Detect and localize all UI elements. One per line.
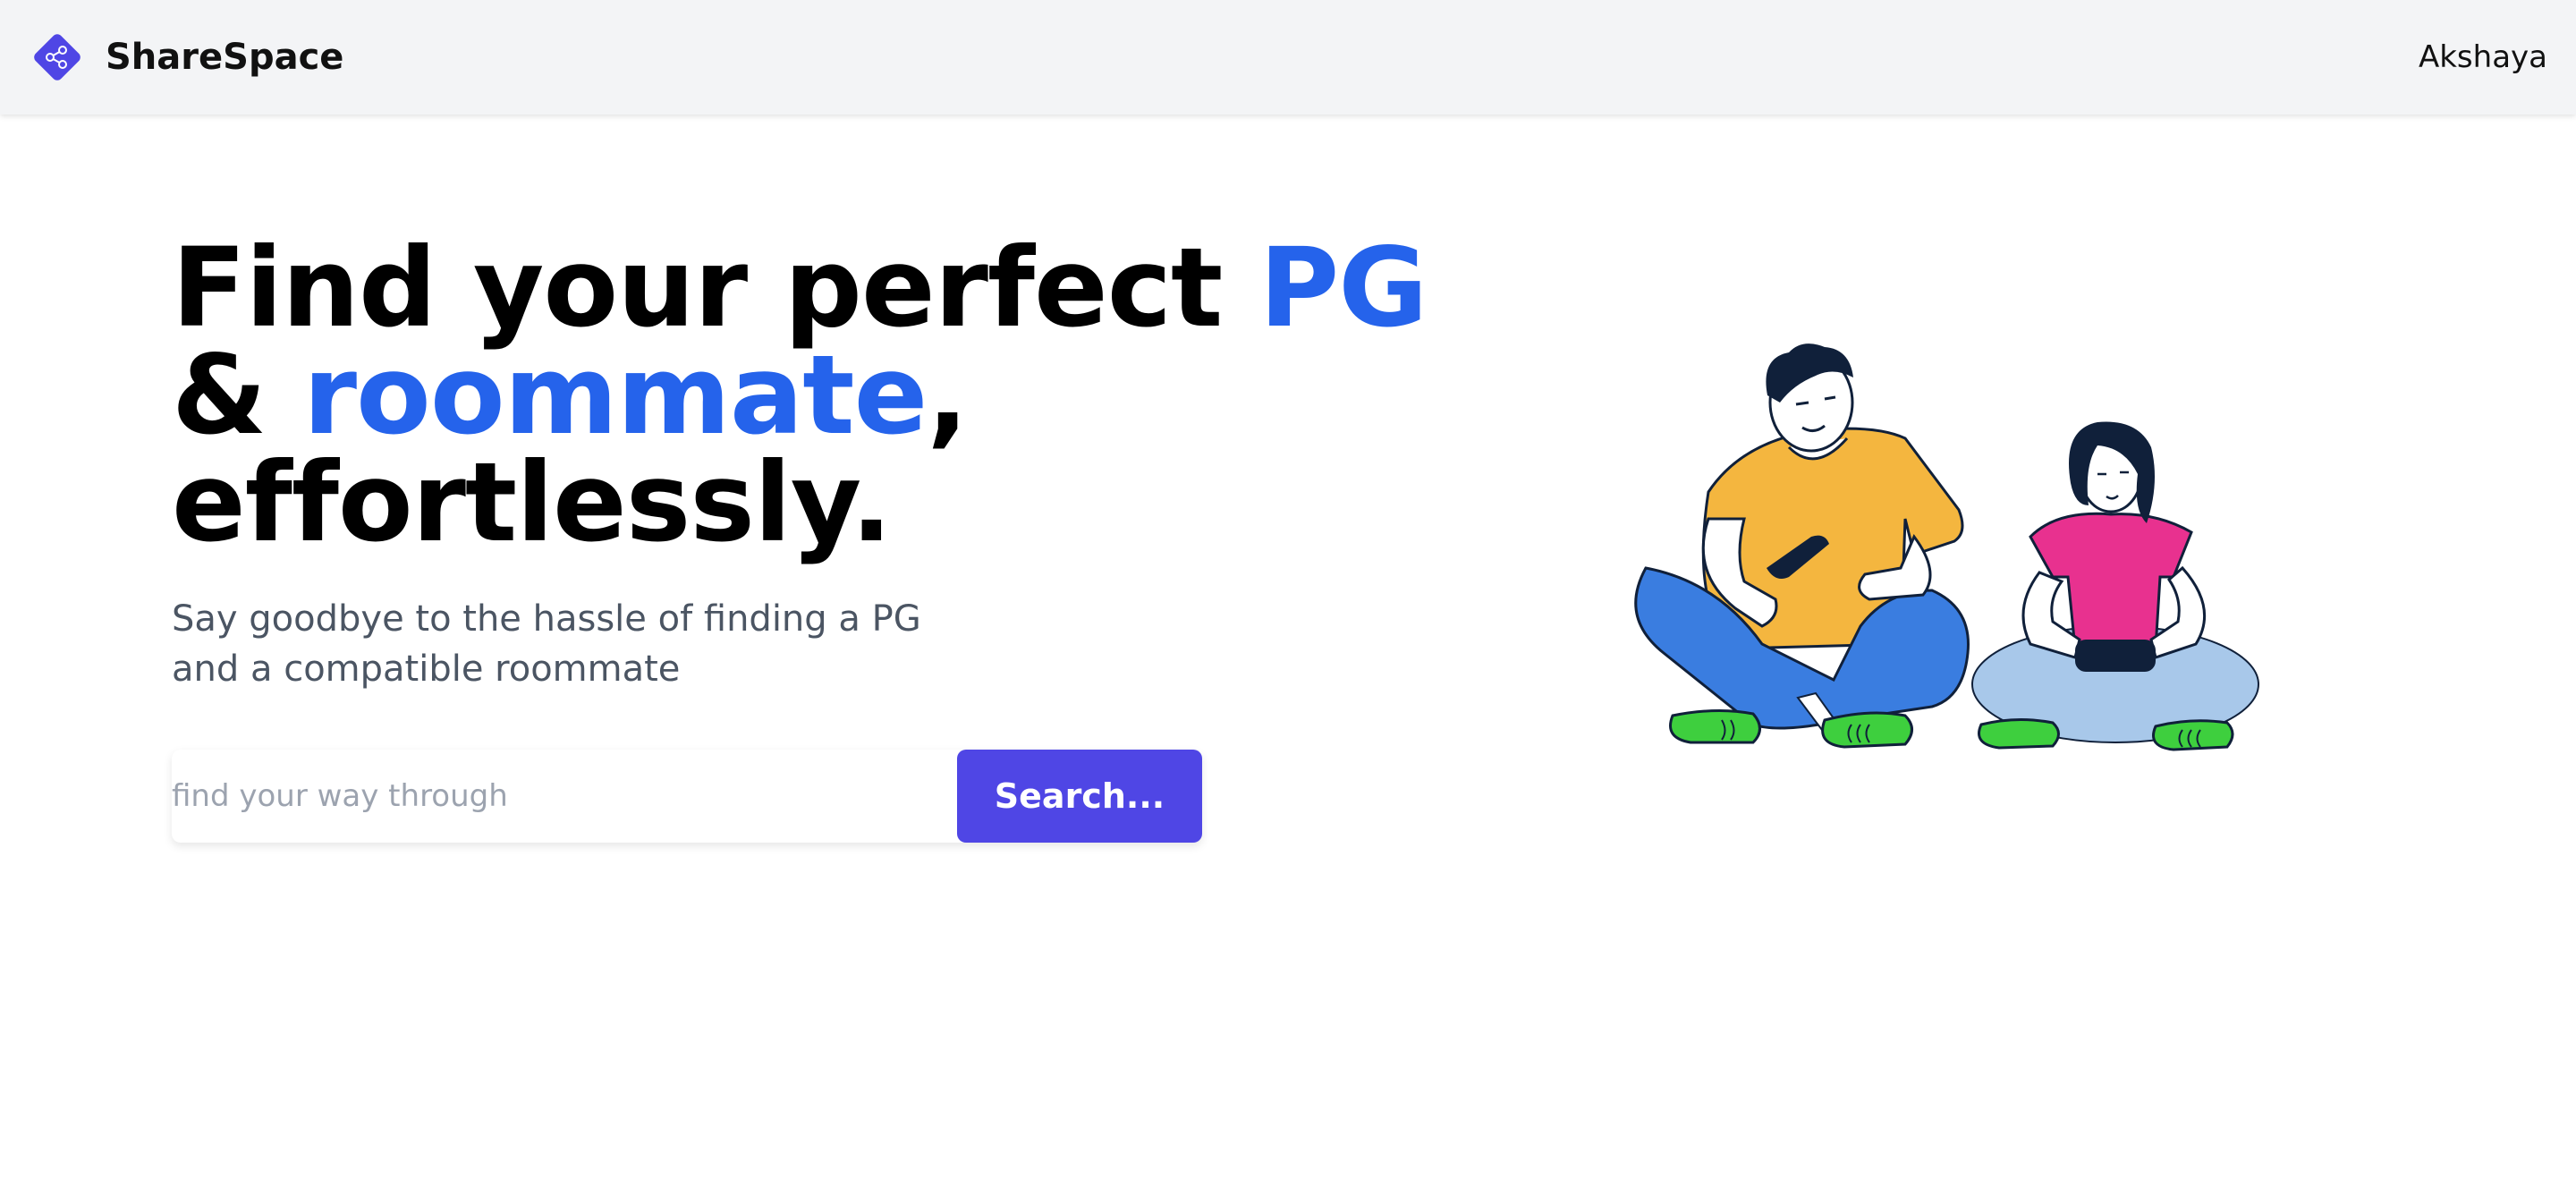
hero-subtitle-line-2: and a compatible roommate	[172, 649, 681, 690]
friends-playing-games-illustration	[1610, 340, 2308, 787]
hero-title: Find your perfect PG & roommate, effortles…	[172, 233, 1428, 557]
search-button[interactable]: Search...	[957, 750, 1202, 843]
search-input[interactable]	[172, 750, 957, 843]
user-name[interactable]: Akshaya	[2419, 39, 2547, 75]
share-icon[interactable]	[29, 29, 86, 86]
search-bar: Search...	[172, 750, 1202, 843]
hero-subtitle: Say goodbye to the hassle of finding a P…	[172, 594, 977, 694]
hero-subtitle-line-1: Say goodbye to the hassle of finding a P…	[172, 598, 921, 640]
hero-title-text-3: ,	[927, 332, 968, 459]
hero-title-highlight-pg: PG	[1258, 225, 1428, 352]
hero-title-text-4: effortlessly.	[172, 439, 892, 566]
navbar: ShareSpace Akshaya	[0, 0, 2576, 114]
brand-name[interactable]: ShareSpace	[106, 37, 343, 78]
